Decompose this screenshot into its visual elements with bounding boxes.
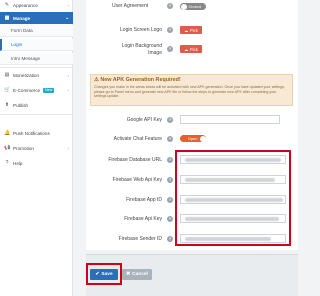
chevron-right-icon: ›	[67, 87, 70, 93]
user-agreement-toggle[interactable]: Closed	[180, 3, 206, 10]
help-icon[interactable]: ?	[167, 136, 173, 142]
chevron-right-icon: ›	[67, 72, 70, 78]
sidebar-item-label: Push Notifications	[13, 130, 50, 136]
bell-icon: 🔔	[4, 130, 11, 136]
pick-background-button[interactable]: ☁ Pick	[180, 45, 202, 53]
login-background-label: Login Background	[121, 43, 162, 49]
sidebar-subitem-label: Intro Message	[11, 56, 41, 61]
help-icon[interactable]: ?	[167, 216, 173, 222]
grid-icon: ▦	[4, 15, 10, 21]
cloud-icon: ☁	[184, 46, 189, 52]
sidebar-item-push-notifications[interactable]: 🔔 Push Notifications	[0, 128, 73, 138]
sidebar-item-label: Monetization	[13, 72, 40, 78]
save-button-highlight	[86, 263, 122, 285]
help-icon[interactable]: ?	[167, 197, 173, 203]
publish-icon: ⬆	[4, 102, 10, 108]
sidebar-item-help[interactable]: ? Help	[0, 158, 73, 168]
sidebar-subitem-form-data[interactable]: Form Data	[0, 25, 73, 37]
sidebar-item-label: Manage	[13, 15, 31, 21]
megaphone-icon: 📢	[4, 145, 11, 151]
divider	[0, 114, 73, 115]
login-screen-logo-label: Login Screen Logo	[120, 27, 162, 33]
toggle-knob	[199, 135, 206, 142]
toggle-knob	[180, 3, 187, 10]
help-icon[interactable]: ?	[167, 177, 173, 183]
google-api-key-input[interactable]	[180, 115, 280, 124]
sidebar-item-publish[interactable]: ⬆ Publish	[0, 100, 73, 110]
help-icon: ?	[5, 160, 9, 166]
firebase-fields-highlight	[175, 150, 291, 246]
sidebar-item-label: Promotion	[13, 145, 34, 151]
help-icon[interactable]: ?	[167, 3, 173, 9]
help-icon[interactable]: ?	[167, 157, 173, 163]
sidebar-item-label: Appearance	[13, 2, 38, 8]
sidebar-subitem-intro-message[interactable]: Intro Message	[0, 53, 73, 65]
firebase-sender-id-label: Firebase Sender ID	[118, 236, 162, 242]
sidebar-item-label: Help	[13, 160, 23, 166]
close-icon: ✖	[126, 272, 131, 277]
apk-warning-alert: ⚠ New APK Generation Required! Changes y…	[90, 74, 293, 106]
sidebar-item-manage[interactable]: ▦ Manage ⌄	[0, 12, 73, 24]
warning-title-text: New APK Generation Required!	[100, 77, 181, 83]
sidebar-subitem-login[interactable]: Login	[0, 39, 73, 51]
brush-icon: ✎	[4, 2, 10, 8]
help-icon[interactable]: ?	[167, 27, 173, 33]
toggle-state-label: Open	[187, 136, 198, 141]
sidebar-subitem-label: Form Data	[11, 28, 33, 33]
help-icon[interactable]: ?	[167, 117, 173, 123]
user-agreement-label: User Agreement	[112, 3, 149, 9]
cart-icon: 🛒	[4, 87, 11, 93]
firebase-database-url-label: Firebase Database URL	[108, 157, 162, 163]
pick-label: Pick	[189, 27, 198, 33]
toggle-state-label: Closed	[188, 4, 201, 9]
sidebar: ✎ Appearance › ▦ Manage ⌄ Form Data Logi…	[0, 0, 73, 296]
sidebar-subitem-label: Login	[11, 42, 23, 47]
activate-chat-label: Activate Chat Feature	[113, 136, 162, 142]
warning-icon: ⚠	[94, 77, 99, 83]
chevron-down-icon: ⌄	[65, 15, 69, 20]
login-background-label-line2: Image	[148, 50, 162, 56]
sidebar-item-monetization[interactable]: ▤ Monetization ›	[0, 70, 73, 80]
warning-body: Changes you make in the areas below will…	[94, 85, 285, 99]
firebase-web-api-key-label: Firebase Web Api Key	[112, 177, 162, 183]
sidebar-item-label: Publish	[13, 102, 29, 108]
cancel-label: Cancel	[132, 272, 148, 277]
settings-panel: User Agreement ? Closed Login Screen Log…	[86, 0, 298, 250]
firebase-app-id-label: Firebase App ID	[126, 197, 162, 203]
sidebar-item-ecommerce[interactable]: 🛒 E-Commerce New ›	[0, 85, 73, 95]
pick-logo-button[interactable]: ☁ Pick	[180, 26, 202, 34]
activate-chat-toggle[interactable]: Open	[180, 135, 206, 142]
sidebar-item-label: E-Commerce	[13, 87, 41, 93]
form-footer: ✔ Save ✖ Cancel	[86, 254, 298, 296]
cloud-icon: ☁	[184, 27, 189, 33]
help-icon[interactable]: ?	[167, 46, 173, 52]
new-badge: New	[43, 87, 55, 93]
divider	[0, 67, 73, 68]
chevron-right-icon: ›	[67, 2, 70, 8]
sidebar-item-appearance[interactable]: ✎ Appearance ›	[0, 0, 73, 10]
firebase-api-key-label: Firebase Api Key	[124, 216, 162, 222]
sidebar-item-promotion[interactable]: 📢 Promotion ›	[0, 143, 73, 153]
pick-label: Pick	[189, 46, 198, 52]
chevron-right-icon: ›	[67, 145, 70, 151]
warning-title: ⚠ New APK Generation Required!	[94, 77, 289, 83]
main-content: User Agreement ? Closed Login Screen Log…	[86, 0, 300, 296]
money-icon: ▤	[4, 72, 10, 78]
cancel-button[interactable]: ✖ Cancel	[122, 269, 152, 280]
help-icon[interactable]: ?	[167, 236, 173, 242]
google-api-key-label: Google API Key	[126, 117, 162, 123]
